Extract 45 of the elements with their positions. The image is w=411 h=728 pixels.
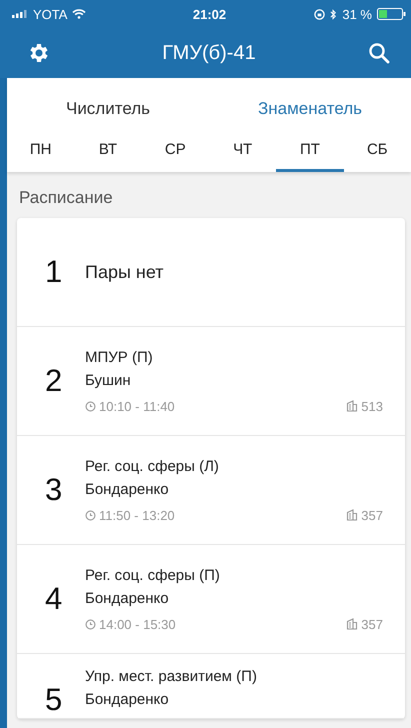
teacher-name: Бондаренко <box>85 480 170 498</box>
search-icon[interactable] <box>366 41 391 65</box>
lesson-subject: МПУР (П) <box>85 348 154 366</box>
app-title: ГМУ(б)-41 <box>162 42 256 64</box>
no-lesson-text: Пары нет <box>85 262 164 282</box>
lesson-number: 1 <box>45 254 63 290</box>
lesson-number: 5 <box>45 682 63 718</box>
bluetooth-icon <box>330 8 338 20</box>
lesson-time: 11:50 - 13:20 <box>99 508 175 522</box>
lesson-number: 2 <box>45 363 63 399</box>
lesson-number: 3 <box>45 472 63 508</box>
section-title: Расписание <box>18 187 114 209</box>
lesson-subject: Рег. соц. сферы (П) <box>85 566 221 584</box>
wifi-icon <box>72 9 86 19</box>
week-tab[interactable]: Числитель <box>7 78 209 130</box>
clock-icon <box>85 618 96 630</box>
day-tab[interactable]: ПН <box>7 130 74 172</box>
week-tab[interactable]: Знаменатель <box>209 78 411 130</box>
signal-icon <box>12 10 28 18</box>
day-tab[interactable]: ПТ <box>276 130 344 172</box>
rotation-lock-icon <box>314 8 326 20</box>
day-tab[interactable]: СБ <box>344 130 411 172</box>
carrier-name: YOTA <box>33 6 68 22</box>
teacher-name: Бушин <box>85 372 132 388</box>
teacher-name: Бондаренко <box>85 691 170 708</box>
lesson-time: 10:10 - 11:40 <box>99 398 175 414</box>
clock-time: 21:02 <box>192 6 226 22</box>
battery-icon <box>377 8 407 20</box>
teacher-name: Бондаренко <box>85 590 170 606</box>
building-icon <box>346 400 358 412</box>
lesson-number: 4 <box>45 581 63 617</box>
lesson-subject: Рег. соц. сферы (Л) <box>85 458 220 474</box>
room-number: 357 <box>361 616 383 632</box>
day-tab[interactable]: ЧТ <box>208 130 276 172</box>
building-icon <box>346 618 358 630</box>
lesson-time: 14:00 - 15:30 <box>99 616 176 632</box>
building-icon <box>346 509 358 521</box>
lesson-subject: Упр. мест. развитием (П) <box>85 668 258 685</box>
room-number: 513 <box>361 398 383 414</box>
room-number: 357 <box>361 508 383 522</box>
day-tab[interactable]: ВТ <box>74 130 142 172</box>
clock-icon <box>85 400 96 412</box>
clock-icon <box>85 510 96 520</box>
day-tab[interactable]: СР <box>142 130 209 172</box>
battery-percent: 31 % <box>342 6 372 22</box>
